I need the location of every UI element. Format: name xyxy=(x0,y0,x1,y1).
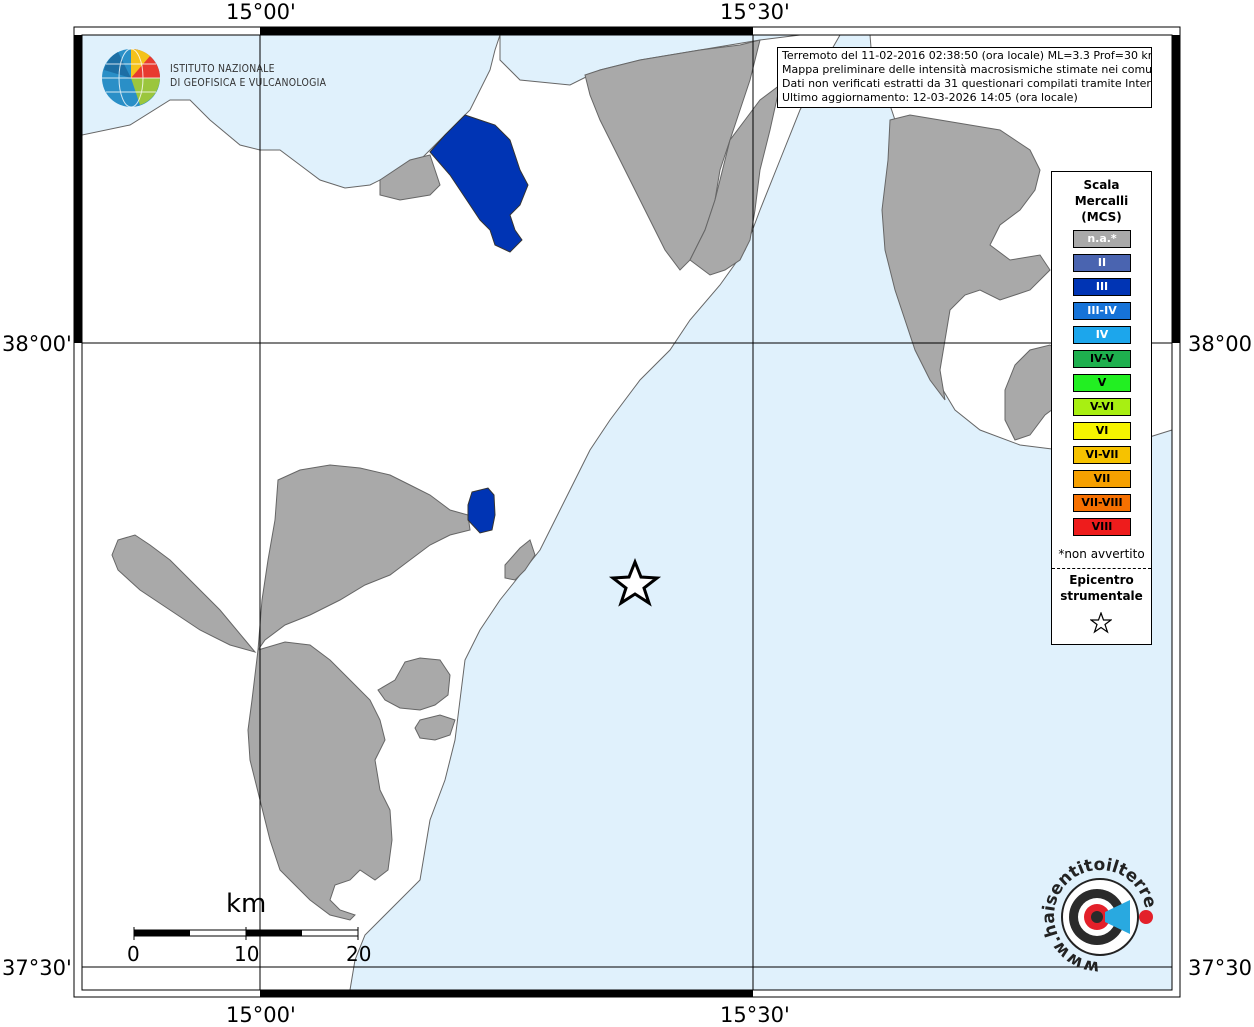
info-line: Ultimo aggiornamento: 12-03-2026 14:05 (… xyxy=(782,91,1078,104)
latitude-label: 37°30' xyxy=(2,956,72,980)
watermark-text: www.haisentitoilterremoto.it xyxy=(1030,850,1160,977)
institute-name-line: ISTITUTO NAZIONALE xyxy=(170,62,275,75)
earthquake-info-box: Terremoto del 11-02-2016 02:38:50 (ora l… xyxy=(777,47,1152,108)
legend-title: Scala Mercalli (MCS) xyxy=(1052,177,1151,225)
legend-swatch: II xyxy=(1073,254,1131,272)
legend-swatch: VIII xyxy=(1073,518,1131,536)
scale-tick-label: 0 xyxy=(127,942,140,966)
info-line: Dati non verificati estratti da 31 quest… xyxy=(782,77,1152,90)
legend-swatch: VII xyxy=(1073,470,1131,488)
legend-swatch: VI xyxy=(1073,422,1131,440)
legend-epicenter-label: Epicentro strumentale xyxy=(1052,572,1151,604)
longitude-label: 15°30' xyxy=(720,1003,790,1027)
legend-epicenter-line: Epicentro xyxy=(1069,573,1134,587)
legend-title-line: Mercalli xyxy=(1074,194,1129,208)
latitude-label: 37°30' xyxy=(1188,956,1254,980)
legend-swatch: IV xyxy=(1073,326,1131,344)
scale-tick-label: 10 xyxy=(234,942,260,966)
legend-swatch: V-VI xyxy=(1073,398,1131,416)
legend-swatch: IV-V xyxy=(1073,350,1131,368)
legend-divider xyxy=(1052,568,1151,569)
legend-swatch: III xyxy=(1073,278,1131,296)
ingv-logo-icon xyxy=(102,48,160,108)
legend-title-line: Scala xyxy=(1083,178,1120,192)
legend-epicenter-line: strumentale xyxy=(1060,589,1143,603)
legend-swatch: V xyxy=(1073,374,1131,392)
longitude-label: 15°00' xyxy=(226,1003,296,1027)
legend-swatch: n.a.* xyxy=(1073,230,1131,248)
legend-note: *non avvertito xyxy=(1058,547,1145,561)
mcs-legend: Scala Mercalli (MCS) n.a.* II III III-IV IV I… xyxy=(1051,171,1152,645)
institute-name: ISTITUTO NAZIONALE DI GEOFISICA E VULCAN… xyxy=(170,62,326,90)
legend-swatch: III-IV xyxy=(1073,302,1131,320)
legend-swatch: VI-VII xyxy=(1073,446,1131,464)
longitude-label: 15°00' xyxy=(226,0,296,24)
latitude-label: 38°00' xyxy=(2,332,72,356)
institute-name-line: DI GEOFISICA E VULCANOLOGIA xyxy=(170,76,327,89)
legend-swatch: VII-VIII xyxy=(1073,494,1131,512)
info-line: Mappa preliminare delle intensità macros… xyxy=(782,63,1152,76)
longitude-label: 15°30' xyxy=(720,0,790,24)
legend-title-line: (MCS) xyxy=(1081,210,1122,224)
scale-tick-label: 20 xyxy=(346,942,372,966)
info-line: Terremoto del 11-02-2016 02:38:50 (ora l… xyxy=(782,49,1152,62)
latitude-label: 38°00' xyxy=(1188,332,1254,356)
haisentito-watermark: www.haisentitoilterremoto.it xyxy=(1030,850,1160,977)
scale-unit: km xyxy=(226,889,267,919)
legend-star-icon xyxy=(1090,612,1112,634)
